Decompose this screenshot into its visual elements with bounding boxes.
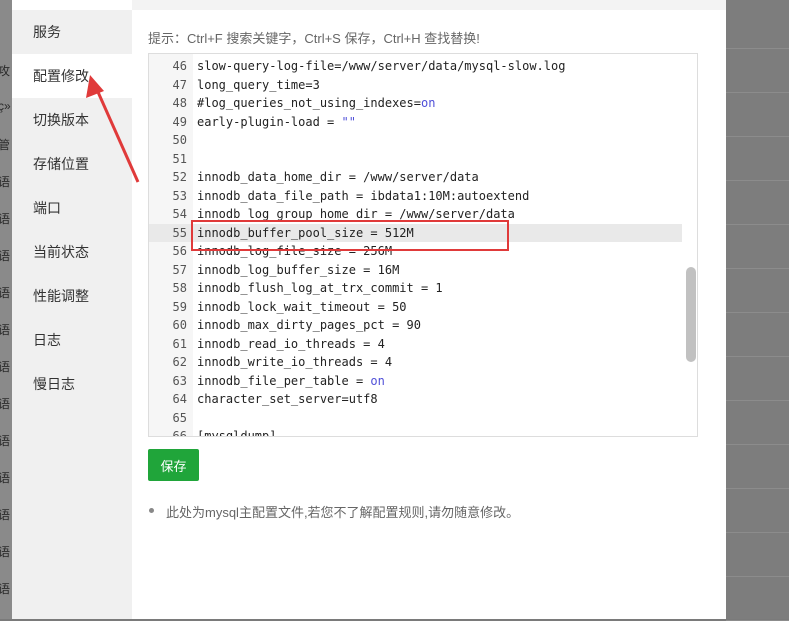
arrow-shaft bbox=[96, 91, 140, 183]
arrow-head bbox=[86, 75, 104, 98]
annotation-arrow bbox=[86, 75, 140, 183]
